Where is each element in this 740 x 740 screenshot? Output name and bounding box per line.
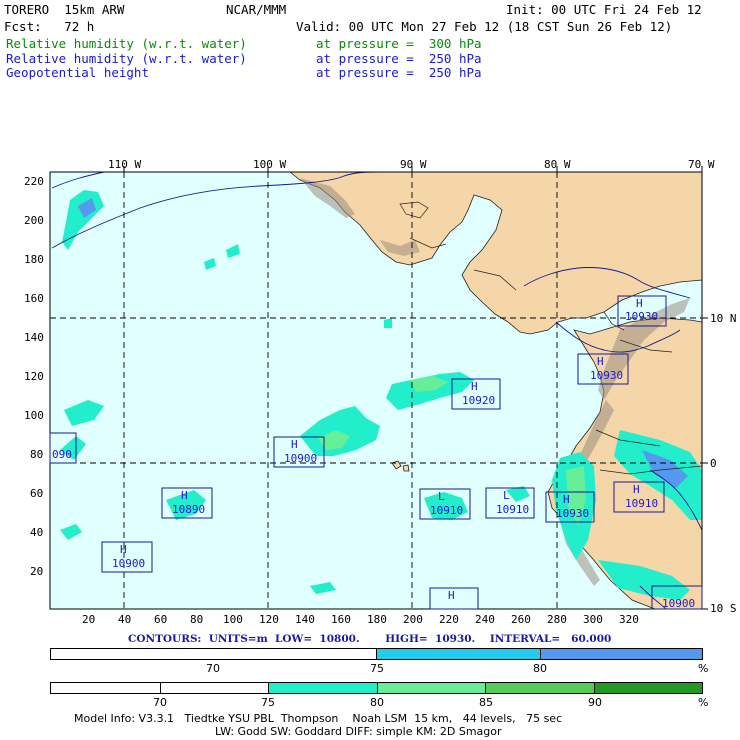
height-label-letter: L <box>438 490 445 503</box>
grid-y-tick: 200 <box>24 214 44 227</box>
grid-x-tick: 120 <box>259 613 279 626</box>
colorbar-label: % <box>698 696 709 709</box>
colorbar-label: 70 <box>206 662 220 675</box>
height-label-value: 10890 <box>172 503 206 516</box>
model-info: Model Info: V3.3.1 Tiedtke YSU PBL Thomp… <box>74 712 563 725</box>
weather-map <box>49 166 708 610</box>
grid-x-tick: 220 <box>439 613 459 626</box>
height-label-value: 10920 <box>462 394 496 407</box>
height-label-letter: H <box>181 489 188 502</box>
grid-x-tick: 20 <box>82 613 96 626</box>
colorbar-segment <box>51 683 160 693</box>
grid-x-tick: 280 <box>547 613 567 626</box>
colorbar-segment <box>376 649 540 659</box>
height-label-value: 10930 <box>625 310 659 323</box>
colorbar-segment <box>268 683 377 693</box>
grid-y-tick: 160 <box>24 292 44 305</box>
lon-label: 100 W <box>253 158 287 171</box>
colorbar-label: 90 <box>588 696 602 709</box>
height-label-value: 10900 <box>284 452 318 465</box>
grid-x-tick: 60 <box>154 613 168 626</box>
height-label-value: 10910 <box>430 504 464 517</box>
colorbar-label: 85 <box>479 696 493 709</box>
grid-x-tick: 180 <box>367 613 387 626</box>
colorbar-segment <box>377 683 485 693</box>
height-label-value: 10930 <box>590 369 624 382</box>
grid-x-tick: 80 <box>190 613 204 626</box>
lat-label: 10 S <box>710 602 737 615</box>
colorbar-label: 75 <box>370 662 384 675</box>
height-label-letter: H <box>448 589 455 602</box>
grid-x-tick: 140 <box>295 613 315 626</box>
colorbar-segment <box>594 683 702 693</box>
height-label-letter: H <box>636 297 643 310</box>
colorbar-segment <box>160 683 268 693</box>
colorbar-label: 80 <box>370 696 384 709</box>
lat-label: 0 <box>710 457 717 470</box>
height-label-value: 10930 <box>556 507 590 520</box>
grid-y-tick: 100 <box>24 409 44 422</box>
grid-y-tick: 220 <box>24 175 44 188</box>
grid-x-tick: 100 <box>223 613 243 626</box>
colorbar-250hpa <box>50 648 703 660</box>
grid-x-tick: 160 <box>331 613 351 626</box>
height-label-letter: H <box>471 380 478 393</box>
height-label-letter: H <box>633 483 640 496</box>
height-label-letter: H <box>291 438 298 451</box>
height-label-letter: H <box>563 493 570 506</box>
height-label-value: 10910 <box>625 497 659 510</box>
height-label-letter: H <box>597 355 604 368</box>
colorbar-segment <box>485 683 594 693</box>
colorbar-label: 80 <box>533 662 547 675</box>
grid-x-tick: 40 <box>118 613 132 626</box>
grid-x-tick: 260 <box>511 613 531 626</box>
height-label-letter: L <box>503 489 510 502</box>
grid-y-tick: 140 <box>24 331 44 344</box>
colorbar-300hpa <box>50 682 703 694</box>
grid-y-tick: 80 <box>30 448 44 461</box>
colorbar-label: 70 <box>153 696 167 709</box>
height-label-value: 10900 <box>662 597 696 610</box>
grid-x-tick: 300 <box>583 613 603 626</box>
grid-y-tick: 120 <box>24 370 44 383</box>
grid-x-tick: 320 <box>619 613 639 626</box>
height-label-value: 090 <box>52 448 72 461</box>
model-physics: LW: Godd SW: Goddard DIFF: simple KM: 2D… <box>215 725 502 738</box>
colorbar-segment <box>51 649 376 659</box>
colorbar-segment <box>540 649 702 659</box>
grid-y-tick: 60 <box>30 487 44 500</box>
height-label-value: 10900 <box>112 557 146 570</box>
lon-label: 90 W <box>400 158 427 171</box>
lon-label: 110 W <box>108 158 142 171</box>
grid-x-tick: 240 <box>475 613 495 626</box>
lat-label: 10 N <box>710 312 737 325</box>
lon-label: 80 W <box>544 158 571 171</box>
contour-info: CONTOURS: UNITS=m LOW= 10800. HIGH= 1093… <box>128 633 612 645</box>
colorbar-label: 75 <box>261 696 275 709</box>
grid-y-tick: 180 <box>24 253 44 266</box>
height-label-value: 10910 <box>496 503 530 516</box>
grid-y-tick: 40 <box>30 526 44 539</box>
colorbar-label: % <box>698 662 709 675</box>
grid-x-tick: 200 <box>403 613 423 626</box>
lon-label: 70 W <box>688 158 715 171</box>
grid-y-tick: 20 <box>30 565 44 578</box>
height-label-letter: H <box>120 543 127 556</box>
